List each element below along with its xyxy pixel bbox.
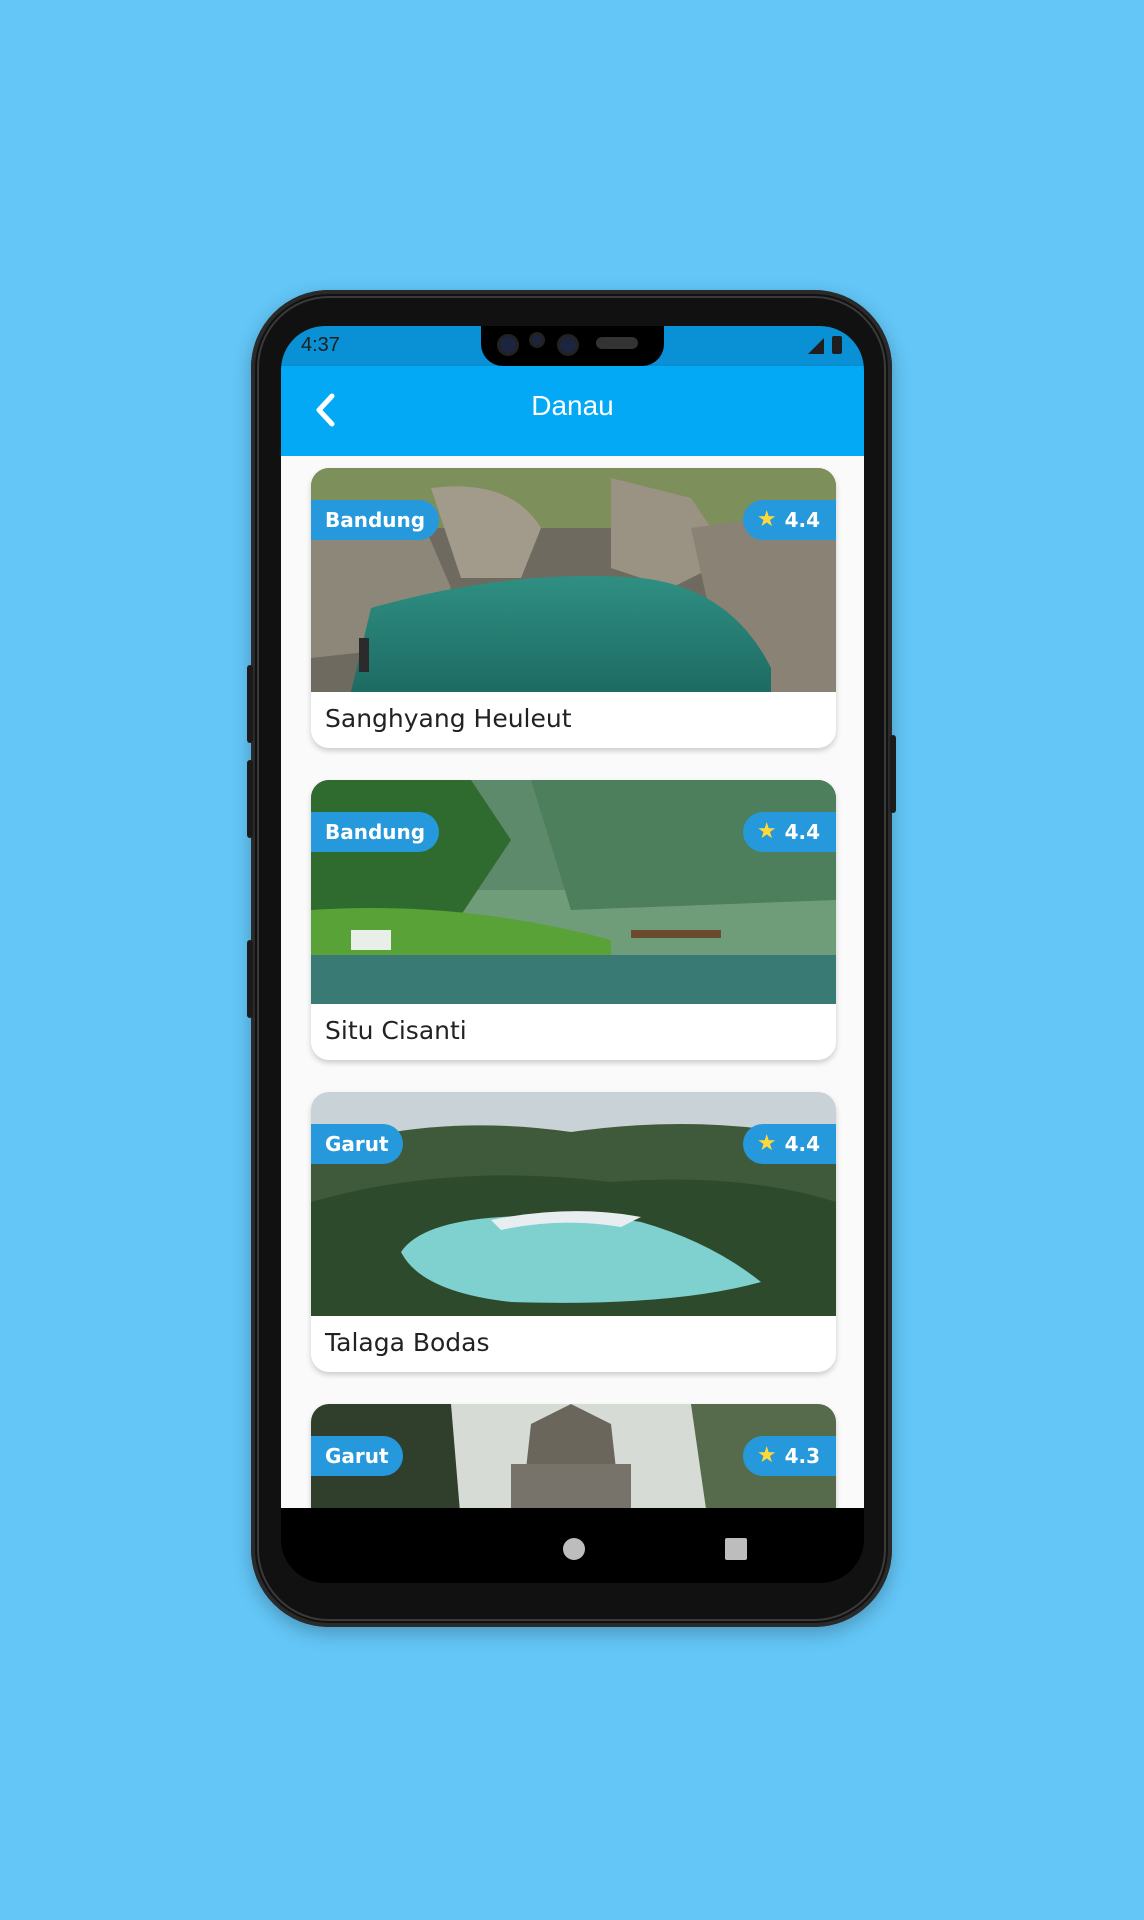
circle-home-icon[interactable] xyxy=(563,1538,585,1560)
front-camera-icon xyxy=(557,334,579,356)
city-badge: Bandung xyxy=(311,812,440,852)
city-badge: Garut xyxy=(311,1436,403,1476)
rating-badge: ★ 4.4 xyxy=(742,1124,836,1164)
power-button xyxy=(890,735,896,813)
place-card[interactable]: Bandung ★ 4.4 Sanghyang Heuleut xyxy=(311,468,836,748)
place-name: Situ Cisanti xyxy=(325,1016,467,1045)
city-badge: Garut xyxy=(311,1124,403,1164)
rating-badge: ★ 4.4 xyxy=(742,812,836,852)
place-name: Sanghyang Heuleut xyxy=(325,704,572,733)
camera-notch xyxy=(481,326,664,366)
rating-value: 4.4 xyxy=(784,508,820,532)
city-badge: Bandung xyxy=(311,500,440,540)
star-icon: ★ xyxy=(756,507,777,532)
star-icon: ★ xyxy=(756,1131,777,1156)
place-name: Talaga Bodas xyxy=(325,1328,490,1357)
bixby-button xyxy=(247,940,253,1018)
front-camera-icon xyxy=(529,332,545,348)
place-card[interactable]: Garut ★ 4.4 Talaga Bodas xyxy=(311,1092,836,1372)
app-bar: Danau xyxy=(281,366,864,456)
system-nav-bar xyxy=(281,1508,864,1583)
rating-value: 4.4 xyxy=(784,1132,820,1156)
front-camera-icon xyxy=(497,334,519,356)
volume-up-button xyxy=(247,665,253,743)
status-time: 4:37 xyxy=(301,334,340,356)
earpiece-speaker xyxy=(596,337,638,349)
page-title: Danau xyxy=(531,390,614,421)
place-list[interactable]: Bandung ★ 4.4 Sanghyang Heuleut Bandung … xyxy=(281,456,864,1508)
rating-value: 4.3 xyxy=(784,1444,820,1468)
rating-badge: ★ 4.4 xyxy=(742,500,836,540)
phone-screen: 4:37 Danau Bandung ★ 4.4 Sanghyang Heule… xyxy=(281,326,864,1583)
volume-down-button xyxy=(247,760,253,838)
place-card[interactable]: Garut ★ 4.3 xyxy=(311,1404,836,1508)
battery-icon xyxy=(832,336,842,354)
square-recents-icon[interactable] xyxy=(725,1538,747,1560)
rating-badge: ★ 4.3 xyxy=(742,1436,836,1476)
rating-value: 4.4 xyxy=(784,820,820,844)
signal-icon xyxy=(808,338,824,354)
star-icon: ★ xyxy=(756,819,777,844)
place-card[interactable]: Bandung ★ 4.4 Situ Cisanti xyxy=(311,780,836,1060)
star-icon: ★ xyxy=(756,1443,777,1468)
status-icons xyxy=(808,336,842,354)
